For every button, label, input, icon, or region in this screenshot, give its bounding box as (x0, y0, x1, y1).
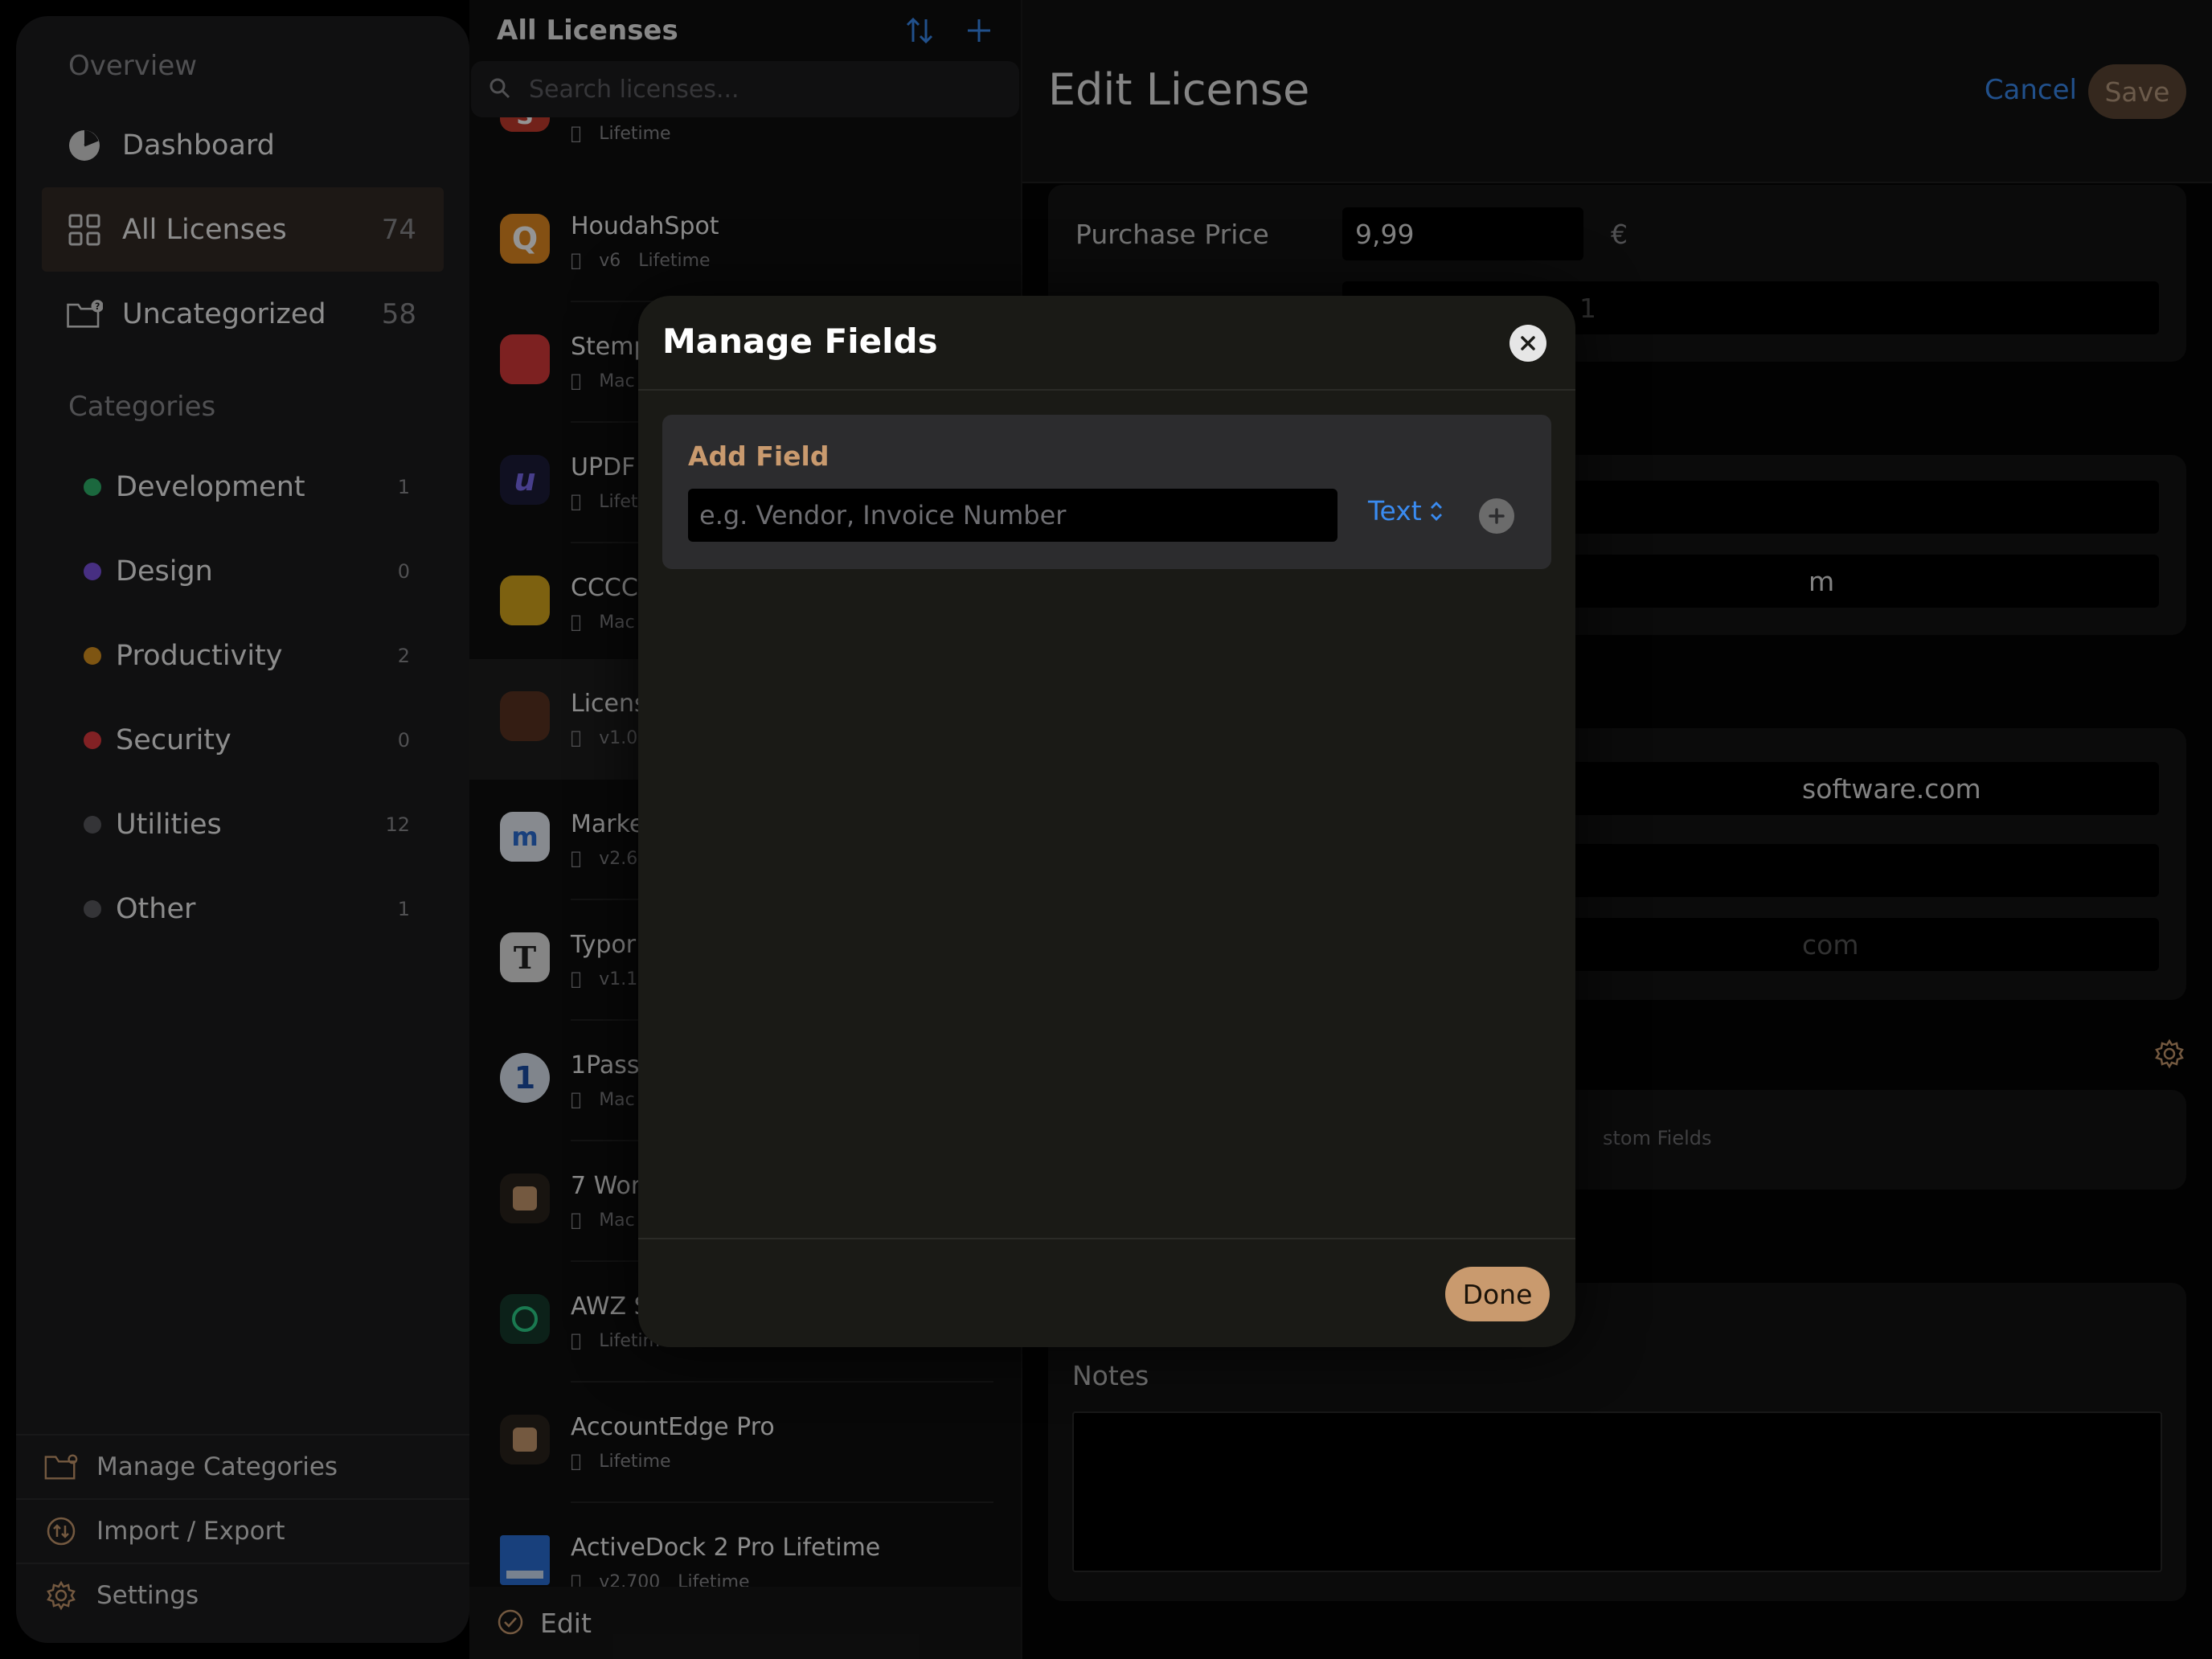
plus-icon (1489, 508, 1505, 524)
add-field-button[interactable] (1479, 498, 1514, 534)
close-icon (1521, 336, 1535, 350)
modal-divider (638, 389, 1575, 391)
chevron-updown-icon (1430, 501, 1442, 521)
close-button[interactable] (1509, 325, 1546, 362)
done-button[interactable]: Done (1445, 1267, 1550, 1321)
modal-title: Manage Fields (662, 322, 938, 361)
add-field-card: Add Field Text (662, 415, 1551, 569)
add-field-title: Add Field (688, 440, 830, 472)
manage-fields-modal: Manage Fields Add Field Text Done (638, 296, 1575, 1347)
field-type-select[interactable]: Text (1368, 495, 1444, 526)
field-type-value: Text (1368, 495, 1422, 526)
modal-footer-divider (638, 1238, 1575, 1239)
field-name-input[interactable] (688, 489, 1337, 542)
